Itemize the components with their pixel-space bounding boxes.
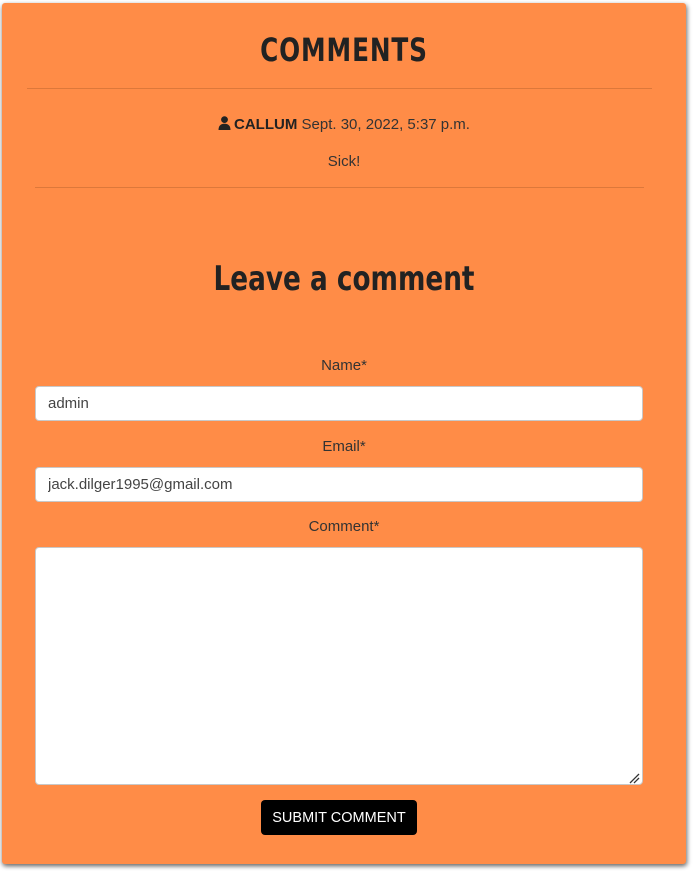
email-field[interactable] (35, 467, 643, 502)
email-label: Email* (322, 438, 366, 455)
leave-comment-heading: Leave a comment (213, 259, 475, 299)
comment-meta: CALLUM Sept. 30, 2022, 5:37 p.m. (2, 115, 686, 135)
top-divider (27, 88, 652, 89)
comment-body: Sick! (327, 153, 361, 170)
user-icon (218, 116, 231, 130)
name-field[interactable] (35, 386, 643, 421)
comments-heading: COMMENTS (260, 31, 428, 69)
submit-comment-button[interactable]: SUBMIT COMMENT (261, 800, 417, 835)
bottom-divider (35, 187, 644, 188)
resize-handle-icon[interactable] (629, 771, 640, 784)
comment-author: CALLUM (234, 116, 298, 133)
comments-card: COMMENTS CALLUM Sept. 30, 2022, 5:37 p.m… (2, 3, 686, 864)
name-label: Name* (321, 357, 367, 374)
comment-textarea[interactable] (35, 547, 643, 785)
comment-label: Comment* (308, 518, 380, 535)
comment-date: Sept. 30, 2022, 5:37 p.m. (301, 116, 470, 133)
